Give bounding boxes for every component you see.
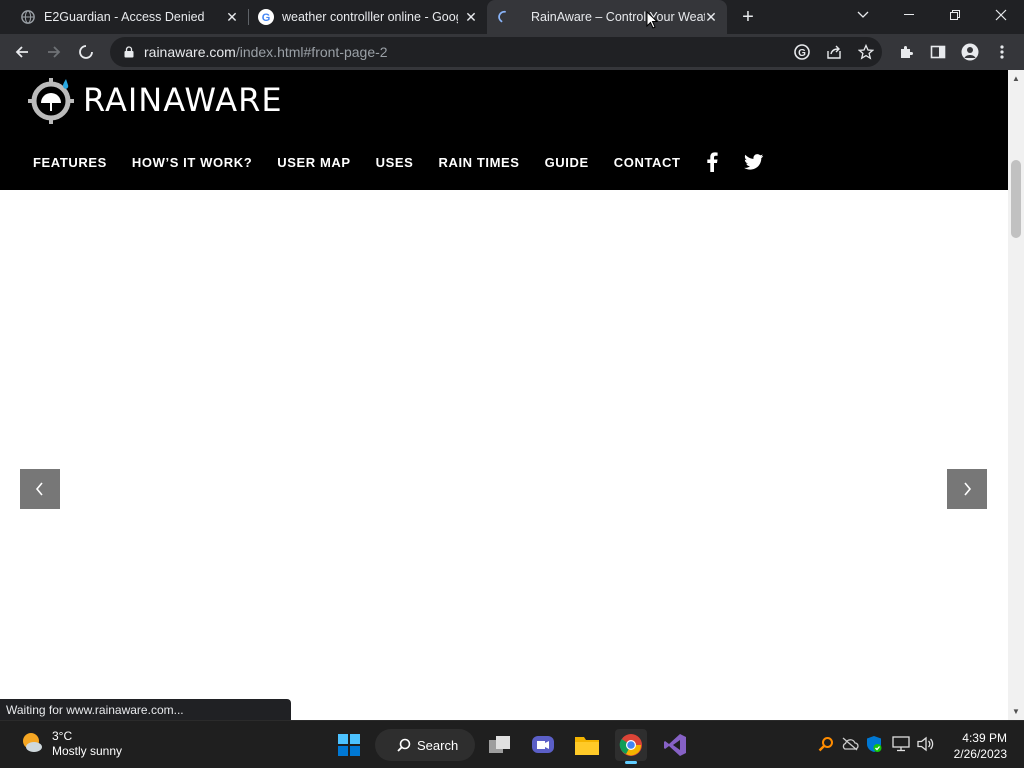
minimize-button[interactable] [886,0,932,30]
tab-title: E2Guardian - Access Denied [44,10,205,24]
scrollbar-thumb[interactable] [1011,160,1021,238]
svg-text:G: G [262,12,271,24]
side-panel-icon[interactable] [924,38,952,66]
network-icon[interactable] [891,734,911,754]
new-tab-button[interactable]: + [737,6,759,28]
nav-uses[interactable]: USES [376,155,414,170]
loading-spinner-icon [497,9,513,25]
taskbar-search-button[interactable]: Search [375,729,475,761]
scroll-up-icon[interactable]: ▲ [1012,74,1020,83]
twitter-icon[interactable] [743,154,764,170]
nav-user-map[interactable]: USER MAP [277,155,350,170]
share-icon[interactable] [820,38,848,66]
page-scrollbar[interactable]: ▲ ▼ [1008,70,1024,720]
start-windows-icon[interactable] [333,729,365,761]
loading-status-text: Waiting for www.rainaware.com... [0,699,291,720]
close-window-button[interactable] [978,0,1024,30]
close-tab-icon[interactable]: ✕ [224,9,240,25]
bookmark-star-icon[interactable] [852,38,880,66]
nav-guide[interactable]: GUIDE [545,155,589,170]
slider-next-button[interactable] [947,469,987,509]
task-view-icon[interactable] [484,729,516,761]
sun-cloud-icon [20,730,44,759]
onedrive-offline-icon[interactable] [840,734,860,754]
search-label: Search [417,737,459,753]
site-brand[interactable]: RAINAWARE [83,81,283,119]
nav-hows-it-work[interactable]: HOW’S IT WORK? [132,155,252,170]
visual-studio-icon[interactable] [659,729,691,761]
tab-rainaware[interactable]: RainAware – Control Your Weathe ✕ [487,0,727,34]
address-bar[interactable]: rainaware.com/index.html#front-page-2 [110,37,882,67]
tab-e2guardian[interactable]: E2Guardian - Access Denied ✕ [0,0,249,34]
lock-icon[interactable] [122,45,136,59]
tab-strip: E2Guardian - Access Denied ✕ G weather c… [0,0,1024,34]
svg-text:G: G [798,48,806,59]
google-lens-icon[interactable]: G [788,38,816,66]
security-shield-icon[interactable] [864,734,884,754]
tab-title: RainAware – Control Your Weathe [531,10,705,24]
clock-date: 2/26/2023 [953,747,1007,761]
windows-taskbar: 3°C Mostly sunny Search 4:39 PM 2/26/202… [0,720,1024,768]
site-nav: FEATURES HOW’S IT WORK? USER MAP USES RA… [33,152,790,172]
scroll-down-icon[interactable]: ▼ [1012,707,1020,716]
page-viewport: RAINAWARE FEATURES HOW’S IT WORK? USER M… [0,70,1008,720]
restore-button[interactable] [932,0,978,30]
nav-rain-times[interactable]: RAIN TIMES [438,155,519,170]
globe-icon [20,9,36,25]
browser-toolbar: rainaware.com/index.html#front-page-2 G [0,34,1024,70]
search-tray-icon[interactable] [816,734,836,754]
mouse-cursor-icon [646,10,659,29]
nav-features[interactable]: FEATURES [33,155,107,170]
facebook-icon[interactable] [706,152,718,172]
forward-button[interactable] [40,38,68,66]
tab-search-chevron-icon[interactable] [840,0,886,30]
google-icon: G [258,9,274,25]
extensions-icon[interactable] [892,38,920,66]
tab-title: weather controlller online - Goog [282,10,458,24]
url-host: rainaware.com [144,44,236,60]
nav-contact[interactable]: CONTACT [614,155,681,170]
close-tab-icon[interactable]: ✕ [703,9,719,25]
profile-avatar-icon[interactable] [956,38,984,66]
site-header: RAINAWARE FEATURES HOW’S IT WORK? USER M… [0,70,1008,190]
url-text: rainaware.com/index.html#front-page-2 [144,44,388,60]
slider-prev-button[interactable] [20,469,60,509]
clock-time: 4:39 PM [962,731,1007,745]
back-button[interactable] [8,38,36,66]
active-app-indicator [625,761,637,764]
rainaware-logo-icon[interactable] [26,73,78,125]
url-path: /index.html#front-page-2 [235,44,388,60]
weather-widget[interactable]: 3°C Mostly sunny [20,729,122,759]
file-explorer-icon[interactable] [571,729,603,761]
teams-chat-icon[interactable] [527,729,559,761]
stop-loading-button[interactable] [72,38,100,66]
taskbar-clock[interactable]: 4:39 PM 2/26/2023 [945,730,1007,762]
volume-icon[interactable] [916,734,936,754]
close-tab-icon[interactable]: ✕ [463,9,479,25]
weather-desc: Mostly sunny [52,744,123,758]
menu-kebab-icon[interactable] [988,38,1016,66]
tab-google-search[interactable]: G weather controlller online - Goog ✕ [248,0,487,34]
chrome-taskbar-icon[interactable] [615,729,647,764]
search-icon [397,738,411,752]
weather-temp: 3°C [52,729,73,743]
